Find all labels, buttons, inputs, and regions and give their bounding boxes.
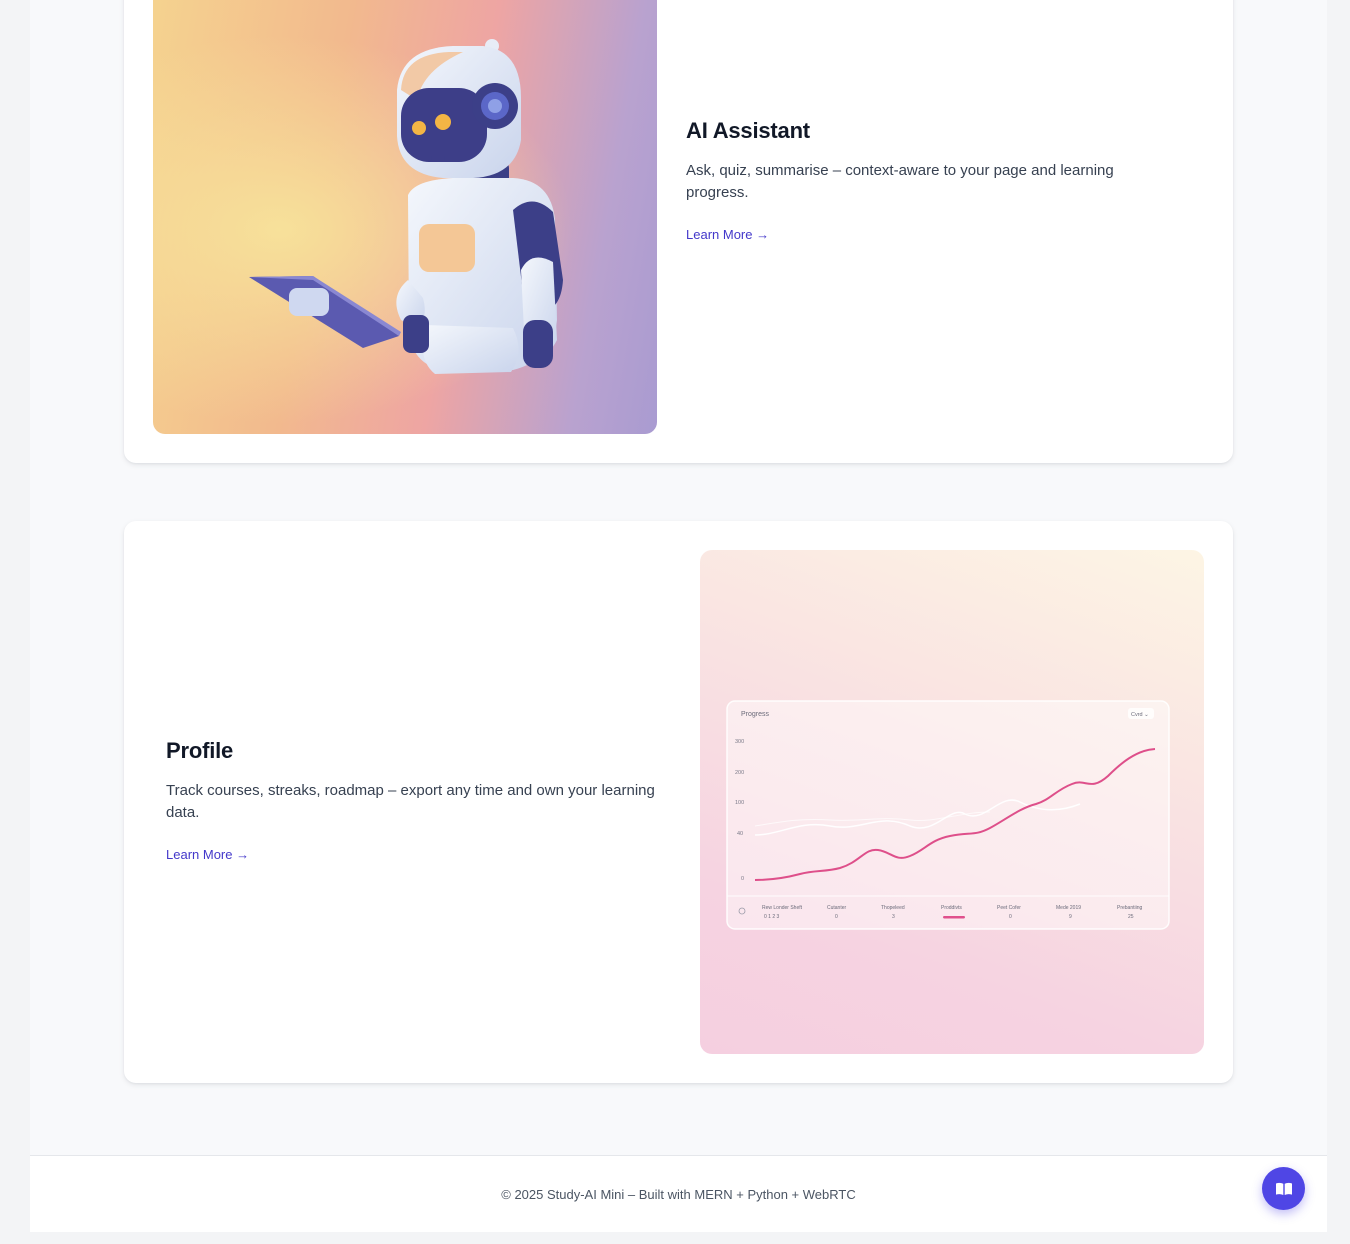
- site-footer: © 2025 Study-AI Mini – Built with MERN +…: [30, 1155, 1327, 1232]
- feature-title: Profile: [166, 738, 234, 763]
- x-category-value: 3: [892, 914, 895, 920]
- feature-text-profile: Profile Track courses, streaks, roadmap …: [166, 738, 686, 864]
- footer-copyright: © 2025 Study-AI Mini – Built with MERN +…: [501, 1186, 856, 1202]
- study-book-button[interactable]: [1262, 1167, 1305, 1210]
- y-tick-label: 200: [735, 770, 744, 776]
- x-category-label: Mede 2019: [1056, 905, 1081, 911]
- x-category-value: 0: [835, 914, 838, 920]
- y-tick-label: 100: [735, 800, 744, 806]
- progress-dropdown-label: Cvrd ⌄: [1131, 712, 1149, 718]
- page-background: AI Assistant Ask, quiz, summarise – cont…: [30, 0, 1327, 1232]
- progress-panel: [726, 700, 1170, 930]
- feature-description: Track courses, streaks, roadmap – export…: [166, 782, 655, 821]
- learn-more-link[interactable]: Learn More →: [686, 227, 769, 242]
- y-tick-label: 0: [741, 876, 744, 882]
- y-tick-label: 300: [735, 739, 744, 745]
- x-category-value: 25: [1128, 914, 1134, 920]
- x-category-label: Peet Cofer: [997, 905, 1021, 911]
- feature-card-profile: Profile Track courses, streaks, roadmap …: [124, 521, 1233, 1083]
- x-category-value: 0: [1009, 914, 1012, 920]
- x-category-label: Cutanter: [827, 905, 847, 911]
- feature-description: Ask, quiz, summarise – context-aware to …: [686, 162, 1114, 201]
- robot-illustration: [153, 0, 657, 434]
- x-category-label: Prebantiing: [1117, 905, 1143, 911]
- x-category-value: 0 1 2 3: [764, 914, 780, 920]
- learn-more-link[interactable]: Learn More →: [166, 847, 249, 862]
- feature-text-ai-assistant: AI Assistant Ask, quiz, summarise – cont…: [686, 118, 1166, 244]
- x-category-value: 9: [1069, 914, 1072, 920]
- active-category-indicator: [943, 916, 965, 919]
- open-book-icon: [1275, 1182, 1292, 1195]
- x-category-label: Thopeleed: [881, 905, 905, 911]
- y-tick-label: 40: [737, 831, 743, 837]
- feature-title: AI Assistant: [686, 118, 810, 143]
- progress-chart-illustration: Progress Cvrd ⌄ 300 200 100 40 0 Rew Lon…: [700, 550, 1204, 1054]
- progress-panel-title: Progress: [741, 711, 770, 718]
- feature-card-ai-assistant: AI Assistant Ask, quiz, summarise – cont…: [124, 0, 1233, 463]
- x-category-label: Proddivts: [941, 905, 962, 911]
- x-category-label: Rew Londer Sheft: [762, 905, 803, 911]
